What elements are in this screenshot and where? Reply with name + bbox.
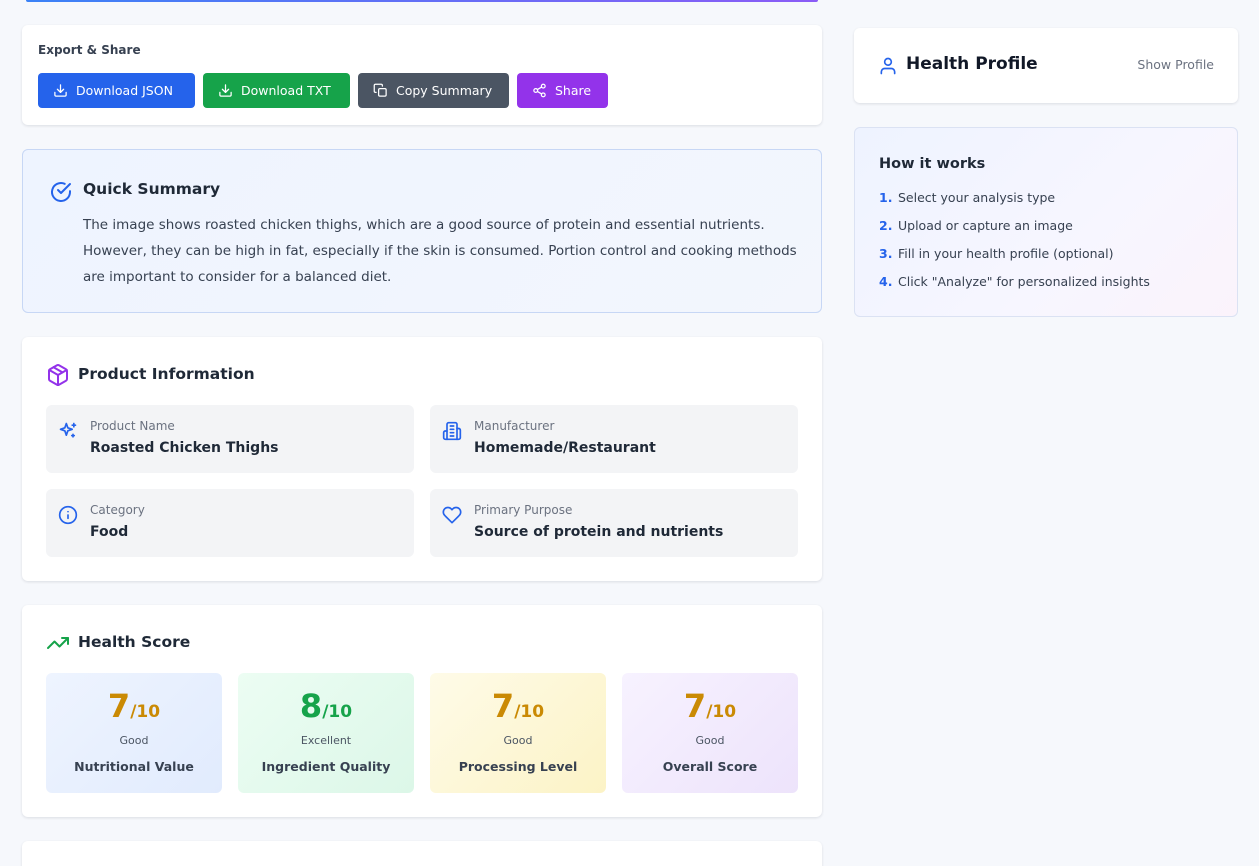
how-it-works-title: How it works — [879, 156, 986, 172]
download-icon — [54, 84, 67, 97]
score-label: Overall Score — [662, 759, 758, 774]
sparkles-icon — [59, 422, 77, 438]
copy-summary-button[interactable]: Copy Summary — [358, 73, 509, 108]
score-value-row: 7/10 — [46, 687, 222, 725]
trending-up-icon — [47, 637, 69, 649]
building-icon — [442, 421, 462, 441]
quick-summary-card: Quick Summary The image shows roasted ch… — [22, 149, 822, 313]
score-denominator: /10 — [706, 702, 737, 722]
category-label: Category — [90, 503, 145, 517]
category-value: Food — [90, 524, 129, 540]
info-icon — [58, 505, 78, 525]
score-value-row: 7/10 — [430, 687, 606, 725]
score-denominator: /10 — [514, 702, 545, 722]
score-value: 7 — [491, 687, 515, 725]
score-rating: Good — [119, 734, 149, 747]
share-icon — [533, 83, 546, 98]
score-rating: Good — [503, 734, 533, 747]
copy-icon — [373, 83, 387, 97]
heart-icon — [442, 506, 462, 524]
product-information-card: Product Information Product Name Roasted… — [22, 337, 822, 581]
nutritional-value-score: 7/10 Good Nutritional Value — [46, 673, 222, 793]
download-icon — [219, 84, 232, 97]
processing-level-score: 7/10 Good Processing Level — [430, 673, 606, 793]
product-name-field: Product Name Roasted Chicken Thighs — [46, 405, 414, 473]
step-item: 3. Fill in your health profile (optional) — [879, 246, 1150, 274]
step-number: 3. — [879, 246, 893, 261]
manufacturer-value: Homemade/Restaurant — [474, 440, 656, 456]
download-json-button[interactable]: Download JSON — [38, 73, 195, 108]
page: Export & Share Download JSON Download TX… — [0, 0, 1259, 866]
quick-summary-title: Quick Summary — [83, 180, 221, 198]
overall-score: 7/10 Good Overall Score — [622, 673, 798, 793]
step-number: 1. — [879, 190, 893, 205]
category-field: Category Food — [46, 489, 414, 557]
ingredient-quality-score: 8/10 Excellent Ingredient Quality — [238, 673, 414, 793]
next-section-card — [22, 841, 822, 866]
score-label: Nutritional Value — [74, 759, 194, 774]
score-denominator: /10 — [130, 702, 161, 722]
primary-purpose-field: Primary Purpose Source of protein and nu… — [430, 489, 798, 557]
product-information-title: Product Information — [78, 365, 255, 383]
download-txt-label: Download TXT — [241, 83, 331, 98]
check-circle-icon — [51, 182, 71, 202]
manufacturer-label: Manufacturer — [474, 419, 555, 433]
progress-strip — [26, 0, 818, 2]
score-value: 8 — [299, 687, 323, 725]
step-text: Click "Analyze" for personalized insight… — [898, 274, 1150, 289]
health-profile-card: Health Profile Show Profile — [854, 28, 1238, 103]
step-number: 2. — [879, 218, 893, 233]
download-json-label: Download JSON — [76, 83, 173, 98]
step-item: 1. Select your analysis type — [879, 190, 1150, 218]
package-icon — [48, 364, 68, 386]
step-text: Select your analysis type — [898, 190, 1056, 205]
health-profile-title: Health Profile — [906, 54, 1038, 74]
step-item: 2. Upload or capture an image — [879, 218, 1150, 246]
score-value: 7 — [107, 687, 131, 725]
manufacturer-field: Manufacturer Homemade/Restaurant — [430, 405, 798, 473]
score-value: 7 — [683, 687, 707, 725]
step-number: 4. — [879, 274, 893, 289]
score-rating: Excellent — [300, 734, 352, 747]
show-profile-button[interactable]: Show Profile — [1137, 57, 1214, 72]
score-denominator: /10 — [322, 702, 353, 722]
share-label: Share — [555, 83, 592, 98]
share-button[interactable]: Share — [517, 73, 608, 108]
how-it-works-steps: 1. Select your analysis type 2. Upload or … — [879, 190, 1150, 302]
step-text: Upload or capture an image — [898, 218, 1073, 233]
score-label: Ingredient Quality — [261, 759, 391, 774]
score-value-row: 8/10 — [238, 687, 414, 725]
health-score-card: Health Score 7/10 Good Nutritional Value… — [22, 605, 822, 817]
score-label: Processing Level — [458, 759, 578, 774]
health-score-title: Health Score — [78, 633, 191, 651]
primary-purpose-value: Source of protein and nutrients — [474, 524, 724, 540]
score-value-row: 7/10 — [622, 687, 798, 725]
download-txt-button[interactable]: Download TXT — [203, 73, 350, 108]
step-item: 4. Click "Analyze" for personalized insig… — [879, 274, 1150, 302]
how-it-works-card: How it works 1. Select your analysis type… — [854, 127, 1238, 317]
step-text: Fill in your health profile (optional) — [898, 246, 1114, 261]
quick-summary-text: The image shows roasted chicken thighs, … — [83, 217, 797, 285]
export-share-title: Export & Share — [38, 43, 141, 57]
copy-summary-label: Copy Summary — [396, 83, 493, 98]
primary-purpose-label: Primary Purpose — [474, 503, 573, 517]
score-rating: Good — [695, 734, 725, 747]
export-share-card: Export & Share Download JSON Download TX… — [22, 25, 822, 125]
user-icon — [880, 57, 896, 75]
product-name-label: Product Name — [90, 419, 175, 433]
product-name-value: Roasted Chicken Thighs — [90, 440, 279, 456]
